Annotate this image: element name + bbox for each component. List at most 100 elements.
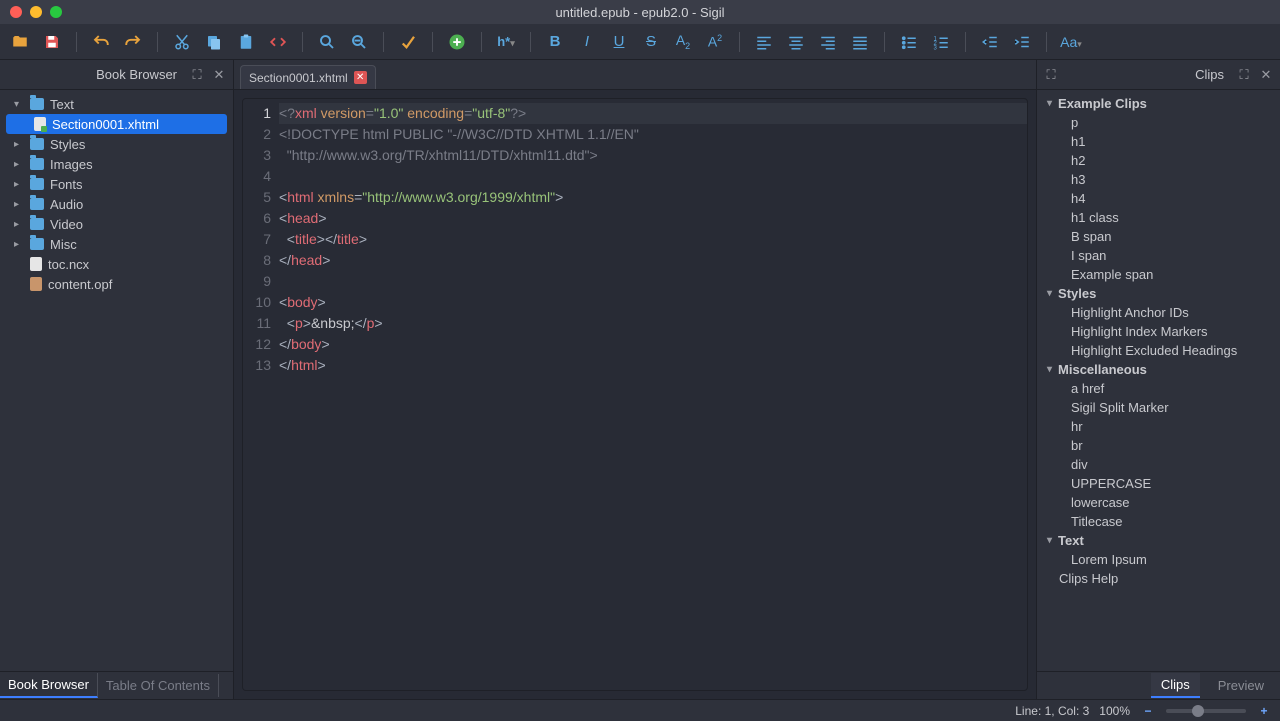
undo-icon[interactable]: [89, 30, 113, 54]
clips-item[interactable]: h2: [1037, 151, 1280, 170]
clips-item[interactable]: Highlight Index Markers: [1037, 322, 1280, 341]
code-editor[interactable]: 12345678910111213 <?xml version="1.0" en…: [242, 98, 1028, 691]
outdent-icon[interactable]: [978, 30, 1002, 54]
close-window-button[interactable]: [10, 6, 22, 18]
clips-list[interactable]: ▾Example Clipsph1h2h3h4h1 classB spanI s…: [1037, 90, 1280, 671]
clips-item[interactable]: Titlecase: [1037, 512, 1280, 531]
chevron-down-icon: ▾: [1047, 288, 1052, 299]
expand-panel-icon[interactable]: ⛶: [189, 67, 205, 83]
find-replace-icon[interactable]: [347, 30, 371, 54]
clips-item[interactable]: hr: [1037, 417, 1280, 436]
folder-icon: [30, 218, 44, 230]
align-right-icon[interactable]: [816, 30, 840, 54]
close-panel-icon[interactable]: ✕: [1258, 67, 1274, 83]
align-center-icon[interactable]: [784, 30, 808, 54]
chevron-down-icon: ▾: [1047, 364, 1052, 375]
folder-row[interactable]: ▸Styles: [6, 134, 227, 154]
book-browser-tree[interactable]: ▾TextSection0001.xhtml▸Styles▸Images▸Fon…: [0, 90, 233, 671]
indent-icon[interactable]: [1010, 30, 1034, 54]
zoom-out-button[interactable]: −: [1140, 703, 1156, 719]
folder-icon: [30, 138, 44, 150]
case-icon[interactable]: Aa▾: [1059, 30, 1083, 54]
bullet-list-icon[interactable]: [897, 30, 921, 54]
folder-row[interactable]: ▸Audio: [6, 194, 227, 214]
clips-item[interactable]: br: [1037, 436, 1280, 455]
clips-group[interactable]: ▾Example Clips: [1037, 94, 1280, 113]
clips-item[interactable]: h4: [1037, 189, 1280, 208]
save-icon[interactable]: [40, 30, 64, 54]
number-list-icon[interactable]: 123: [929, 30, 953, 54]
file-row[interactable]: content.opf: [6, 274, 227, 294]
paste-icon[interactable]: [234, 30, 258, 54]
strike-icon[interactable]: S: [639, 30, 663, 54]
underline-icon[interactable]: U: [607, 30, 631, 54]
zoom-slider[interactable]: [1166, 709, 1246, 713]
add-icon[interactable]: [445, 30, 469, 54]
book-browser-title: Book Browser: [6, 67, 177, 82]
code-view-icon[interactable]: [266, 30, 290, 54]
clips-item[interactable]: div: [1037, 455, 1280, 474]
clips-item[interactable]: Highlight Excluded Headings: [1037, 341, 1280, 360]
folder-row[interactable]: ▸Images: [6, 154, 227, 174]
right-bottom-tabs: Clips Preview: [1037, 671, 1280, 699]
clips-item[interactable]: I span: [1037, 246, 1280, 265]
tab-table-of-contents[interactable]: Table Of Contents: [98, 674, 219, 697]
clips-item[interactable]: h1 class: [1037, 208, 1280, 227]
copy-icon[interactable]: [202, 30, 226, 54]
clips-group[interactable]: ▾Text: [1037, 531, 1280, 550]
close-tab-icon[interactable]: ✕: [354, 71, 367, 84]
clips-item[interactable]: B span: [1037, 227, 1280, 246]
clips-item[interactable]: Example span: [1037, 265, 1280, 284]
editor-tab[interactable]: Section0001.xhtml ✕: [240, 65, 376, 89]
minimize-window-button[interactable]: [30, 6, 42, 18]
clips-item[interactable]: Highlight Anchor IDs: [1037, 303, 1280, 322]
clips-item[interactable]: Sigil Split Marker: [1037, 398, 1280, 417]
open-icon[interactable]: [8, 30, 32, 54]
clips-group[interactable]: ▾Miscellaneous: [1037, 360, 1280, 379]
folder-icon: [30, 98, 44, 110]
folder-row[interactable]: ▸Video: [6, 214, 227, 234]
folder-icon: [30, 178, 44, 190]
tab-preview[interactable]: Preview: [1208, 674, 1274, 697]
clips-panel: ⛶ Clips ⛶ ✕ ▾Example Clipsph1h2h3h4h1 cl…: [1036, 60, 1280, 699]
tab-clips[interactable]: Clips: [1151, 673, 1200, 698]
folder-row[interactable]: ▸Misc: [6, 234, 227, 254]
find-icon[interactable]: [315, 30, 339, 54]
clips-group[interactable]: ▾Styles: [1037, 284, 1280, 303]
editor-gutter: 12345678910111213: [243, 99, 279, 690]
expand-panel-icon[interactable]: ⛶: [1043, 67, 1059, 83]
cut-icon[interactable]: [170, 30, 194, 54]
superscript-icon[interactable]: A2: [703, 30, 727, 54]
tab-book-browser[interactable]: Book Browser: [0, 673, 98, 698]
spellcheck-icon[interactable]: [396, 30, 420, 54]
editor-panel: Section0001.xhtml ✕ 12345678910111213 <?…: [234, 60, 1036, 699]
file-row[interactable]: Section0001.xhtml: [6, 114, 227, 134]
left-bottom-tabs: Book Browser Table Of Contents: [0, 671, 233, 699]
expand-panel-icon-2[interactable]: ⛶: [1236, 67, 1252, 83]
clips-item[interactable]: h1: [1037, 132, 1280, 151]
clips-item[interactable]: h3: [1037, 170, 1280, 189]
folder-row[interactable]: ▸Fonts: [6, 174, 227, 194]
bold-icon[interactable]: B: [543, 30, 567, 54]
align-justify-icon[interactable]: [848, 30, 872, 54]
italic-icon[interactable]: I: [575, 30, 599, 54]
maximize-window-button[interactable]: [50, 6, 62, 18]
close-panel-icon[interactable]: ✕: [211, 67, 227, 83]
heading-icon[interactable]: h*▾: [494, 30, 518, 54]
zoom-in-button[interactable]: +: [1256, 703, 1272, 719]
align-left-icon[interactable]: [752, 30, 776, 54]
clips-item[interactable]: a href: [1037, 379, 1280, 398]
clips-item[interactable]: Lorem Ipsum: [1037, 550, 1280, 569]
file-icon: [30, 277, 42, 291]
clips-item[interactable]: lowercase: [1037, 493, 1280, 512]
clips-help[interactable]: Clips Help: [1037, 569, 1280, 588]
redo-icon[interactable]: [121, 30, 145, 54]
file-icon: [30, 257, 42, 271]
folder-row[interactable]: ▾Text: [6, 94, 227, 114]
file-row[interactable]: toc.ncx: [6, 254, 227, 274]
editor-content[interactable]: <?xml version="1.0" encoding="utf-8"?><!…: [279, 99, 1027, 690]
clips-title: Clips: [1195, 67, 1224, 82]
clips-item[interactable]: UPPERCASE: [1037, 474, 1280, 493]
subscript-icon[interactable]: A2: [671, 30, 695, 54]
clips-item[interactable]: p: [1037, 113, 1280, 132]
